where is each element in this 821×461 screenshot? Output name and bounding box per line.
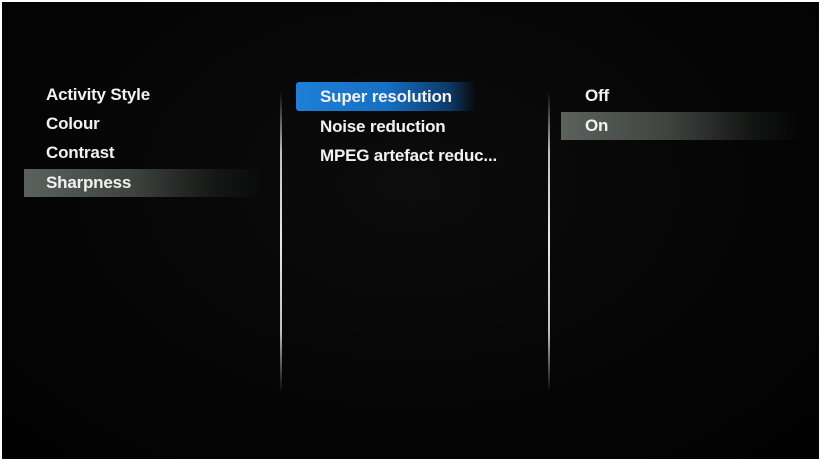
menu-item-sharpness[interactable]: Sharpness bbox=[24, 169, 264, 197]
option-off[interactable]: Off bbox=[585, 82, 609, 110]
column-divider-right bbox=[548, 92, 550, 392]
menu-item-super-resolution[interactable]: Super resolution bbox=[320, 83, 452, 111]
menu-item-colour[interactable]: Colour bbox=[46, 110, 100, 138]
column-divider-left bbox=[280, 92, 282, 392]
menu-item-activity-style[interactable]: Activity Style bbox=[46, 81, 150, 109]
menu-item-mpeg-artefact-reduction[interactable]: MPEG artefact reduc... bbox=[320, 142, 497, 170]
option-on[interactable]: On bbox=[561, 112, 801, 140]
tv-settings-screen: Activity Style Colour Contrast Sharpness… bbox=[2, 2, 819, 459]
menu-item-contrast[interactable]: Contrast bbox=[46, 139, 114, 167]
menu-item-noise-reduction[interactable]: Noise reduction bbox=[320, 113, 446, 141]
